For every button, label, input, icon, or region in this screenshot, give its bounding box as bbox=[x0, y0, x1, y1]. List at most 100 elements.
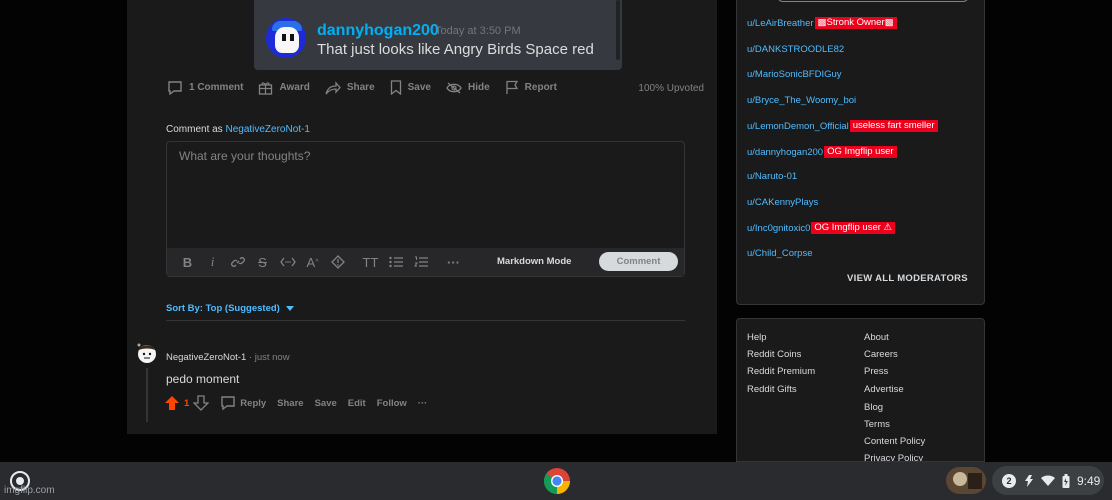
comment-icon bbox=[168, 80, 182, 95]
footer-link[interactable]: Privacy Policy bbox=[864, 453, 923, 461]
comment-actions: 1 Reply Share Save Edit Follow ··· bbox=[164, 395, 427, 411]
sort-dropdown[interactable]: Sort By: Top (Suggested) bbox=[166, 303, 294, 314]
moderator-link[interactable]: u/Child_Corpse bbox=[747, 248, 812, 259]
comment-body: pedo moment bbox=[166, 372, 240, 386]
report-label: Report bbox=[524, 82, 557, 93]
moderator-link[interactable]: u/CAKennyPlays bbox=[747, 197, 818, 208]
discord-embed-image: dannyhogan200 Today at 3:50 PM That just… bbox=[254, 0, 622, 70]
chrome-browser-icon[interactable] bbox=[543, 467, 571, 495]
embed-message: That just looks like Angry Birds Space r… bbox=[317, 41, 594, 58]
moderator-link[interactable]: u/LeAirBreather bbox=[747, 18, 814, 29]
hide-button[interactable]: Hide bbox=[446, 82, 490, 94]
moderator-link[interactable]: u/MarioSonicBFDIGuy bbox=[747, 69, 842, 80]
moderator-row: u/CAKennyPlays bbox=[747, 197, 818, 208]
profile-thumbnail[interactable] bbox=[946, 467, 986, 494]
moderator-row: u/Naruto-01 bbox=[747, 171, 797, 182]
moderator-link[interactable]: u/Naruto-01 bbox=[747, 171, 797, 182]
moderator-row: u/Child_Corpse bbox=[747, 248, 812, 259]
message-mods-button[interactable] bbox=[777, 0, 969, 2]
caret-down-icon bbox=[285, 306, 294, 311]
footer-link[interactable]: About bbox=[864, 332, 889, 343]
comment-edit-button[interactable]: Edit bbox=[348, 398, 366, 409]
moderator-row: u/MarioSonicBFDIGuy bbox=[747, 69, 842, 80]
footer-link[interactable]: Blog bbox=[864, 402, 883, 413]
moderator-row: u/dannyhogan200 OG Imgflip user bbox=[747, 146, 897, 158]
footer-link[interactable]: Help bbox=[747, 332, 767, 343]
upvote-arrow-icon[interactable] bbox=[164, 395, 180, 411]
moderator-link[interactable]: u/LemonDemon_Official bbox=[747, 121, 849, 132]
heading-icon[interactable]: TT bbox=[358, 252, 383, 272]
comment-reply-button[interactable]: Reply bbox=[220, 396, 266, 410]
sort-label: Sort By: Top (Suggested) bbox=[166, 303, 280, 314]
watermark: imgflip.com bbox=[4, 485, 55, 496]
status-tray[interactable]: 2 9:49 bbox=[992, 466, 1104, 495]
share-label: Share bbox=[346, 82, 375, 93]
award-button[interactable]: Award bbox=[258, 81, 310, 95]
moderator-link[interactable]: u/Inc0gnitoxic0 bbox=[747, 223, 810, 234]
embed-avatar bbox=[266, 18, 306, 58]
drive-sync-icon bbox=[1025, 474, 1033, 487]
embed-scrollbar bbox=[616, 0, 620, 60]
italic-icon[interactable]: i bbox=[200, 252, 225, 272]
upvote-ratio: 100% Upvoted bbox=[638, 83, 704, 94]
report-button[interactable]: Report bbox=[505, 80, 557, 95]
wifi-icon bbox=[1041, 475, 1055, 486]
comment-editor: B i S A^ TT ··· bbox=[166, 141, 685, 277]
comment-more-button[interactable]: ··· bbox=[418, 398, 428, 409]
more-options-icon[interactable]: ··· bbox=[441, 252, 466, 272]
notification-count[interactable]: 2 bbox=[1002, 473, 1016, 488]
comment-textarea[interactable] bbox=[167, 142, 684, 252]
comment-submit-button[interactable]: Comment bbox=[599, 252, 678, 271]
comment-as-label: Comment as bbox=[166, 124, 223, 135]
hide-eye-icon bbox=[446, 82, 462, 93]
moderator-link[interactable]: u/dannyhogan200 bbox=[747, 147, 823, 158]
hide-label: Hide bbox=[468, 82, 490, 93]
comment-timestamp: · just now bbox=[248, 352, 290, 363]
spoiler-icon[interactable] bbox=[325, 252, 350, 272]
commenter-avatar[interactable] bbox=[135, 342, 157, 364]
footer-link[interactable]: Advertise bbox=[864, 384, 904, 395]
moderator-link[interactable]: u/DANKSTROODLE82 bbox=[747, 44, 844, 55]
moderator-flair: useless fart smeller bbox=[849, 120, 938, 132]
flag-icon bbox=[506, 80, 518, 94]
share-button[interactable]: Share bbox=[325, 80, 375, 95]
save-button[interactable]: Save bbox=[390, 80, 431, 95]
comment-share-button[interactable]: Share bbox=[277, 398, 303, 409]
footer-link[interactable]: Reddit Gifts bbox=[747, 384, 797, 395]
bookmark-icon bbox=[390, 80, 401, 95]
footer-link[interactable]: Press bbox=[864, 366, 888, 377]
comment-author[interactable]: NegativeZeroNot-1 bbox=[166, 352, 246, 363]
inline-code-icon[interactable] bbox=[275, 252, 300, 272]
embed-username: dannyhogan200 bbox=[317, 22, 439, 39]
comment-as-line: Comment as NegativeZeroNot-1 bbox=[166, 124, 310, 135]
bulleted-list-icon[interactable] bbox=[383, 252, 408, 272]
footer-link[interactable]: Reddit Coins bbox=[747, 349, 801, 360]
moderator-flair: OG Imgflip user ⚠ bbox=[811, 222, 896, 234]
post-card: dannyhogan200 Today at 3:50 PM That just… bbox=[127, 0, 717, 434]
downvote-arrow-icon[interactable] bbox=[193, 395, 210, 411]
comment-reply-label: Reply bbox=[240, 397, 267, 409]
thread-line[interactable] bbox=[146, 368, 148, 422]
strikethrough-icon[interactable]: S bbox=[250, 252, 275, 272]
comment-score: 1 bbox=[184, 397, 190, 409]
footer-link[interactable]: Careers bbox=[864, 349, 898, 360]
link-icon[interactable] bbox=[225, 252, 250, 272]
embed-timestamp: Today at 3:50 PM bbox=[435, 25, 521, 37]
battery-icon bbox=[1062, 473, 1070, 488]
superscript-icon[interactable]: A ^ bbox=[300, 252, 325, 272]
view-all-moderators-button[interactable]: VIEW ALL MODERATORS bbox=[847, 273, 968, 284]
comments-button[interactable]: 1 Comment bbox=[167, 80, 243, 95]
footer-link[interactable]: Reddit Premium bbox=[747, 366, 815, 377]
divider bbox=[166, 320, 685, 321]
bold-icon[interactable]: B bbox=[175, 252, 200, 272]
comment-save-button[interactable]: Save bbox=[315, 398, 337, 409]
comment-as-username[interactable]: NegativeZeroNot-1 bbox=[225, 124, 309, 135]
numbered-list-icon[interactable] bbox=[408, 252, 433, 272]
moderators-widget: u/LeAirBreather ▩Stronk Owner▩ u/DANKSTR… bbox=[736, 0, 985, 305]
markdown-mode-toggle[interactable]: Markdown Mode bbox=[497, 256, 571, 267]
moderator-link[interactable]: u/Bryce_The_Woomy_boi bbox=[747, 95, 856, 106]
footer-link[interactable]: Content Policy bbox=[864, 436, 925, 447]
comment-follow-button[interactable]: Follow bbox=[377, 398, 407, 409]
footer-link[interactable]: Terms bbox=[864, 419, 890, 430]
editor-toolbar: B i S A ^ TT ··· Markdown Mode Comment bbox=[167, 248, 684, 276]
